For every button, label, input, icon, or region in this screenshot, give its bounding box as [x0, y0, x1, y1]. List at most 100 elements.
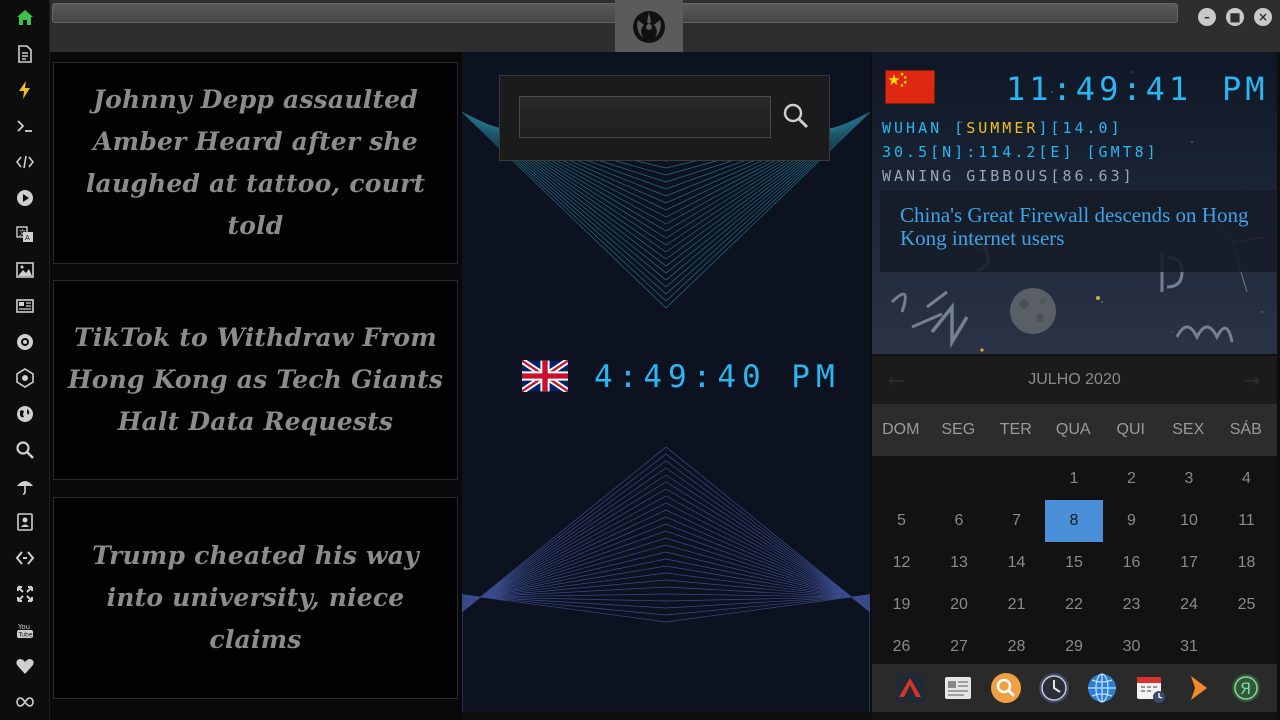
news-headline[interactable]: Trump cheated his way into university, n… [64, 535, 447, 661]
news-headline[interactable]: Johnny Depp assaulted Amber Heard after … [64, 79, 447, 247]
calendar-day[interactable]: 3 [1160, 458, 1218, 500]
calendar-day[interactable]: 24 [1160, 584, 1218, 626]
calendar-day-today[interactable]: 8 [1045, 500, 1103, 542]
calendar-day[interactable]: 15 [1045, 542, 1103, 584]
calendar-day[interactable]: 17 [1160, 542, 1218, 584]
youtube-label-top: You [17, 623, 30, 631]
moon-phase-line: WANING GIBBOUS[86.63] [882, 167, 1135, 185]
china-headline-box[interactable]: China's Great Firewall descends on Hong … [880, 190, 1277, 272]
news-article-card[interactable]: Johnny Depp assaulted Amber Heard after … [53, 62, 458, 264]
calendar-day[interactable]: 14 [988, 542, 1046, 584]
china-ampm-display: PM [1222, 70, 1269, 108]
red-triangle-app-icon[interactable] [894, 672, 926, 704]
youtube-icon[interactable]: You Tube [12, 617, 38, 643]
calendar-month-label: JULHO 2020 [1028, 371, 1121, 388]
calendar-day[interactable]: 29 [1045, 626, 1103, 668]
calendar-day[interactable]: 30 [1103, 626, 1161, 668]
home-icon[interactable] [12, 5, 38, 31]
logo-tab[interactable] [615, 0, 683, 52]
calendar-day[interactable]: 19 [873, 584, 931, 626]
search-input[interactable] [519, 96, 771, 138]
calendar-day[interactable]: 22 [1045, 584, 1103, 626]
calendar-day[interactable]: 25 [1218, 584, 1276, 626]
search-icon[interactable] [12, 437, 38, 463]
yandex-app-icon[interactable]: Я [1230, 672, 1262, 704]
calendar-day[interactable]: 2 [1103, 458, 1161, 500]
translate-icon[interactable]: 文A [12, 221, 38, 247]
infinity-icon[interactable] [12, 689, 38, 715]
calendar-day[interactable]: 1 [1045, 458, 1103, 500]
calendar-day[interactable]: 21 [988, 584, 1046, 626]
chevron-line [462, 544, 870, 712]
expand-icon[interactable] [12, 581, 38, 607]
newspaper-icon[interactable] [12, 293, 38, 319]
chevron-line [462, 593, 870, 712]
calendar-day[interactable]: 7 [988, 500, 1046, 542]
uk-flag-icon [522, 360, 568, 392]
news-article-card[interactable]: TikTok to Withdraw From Hong Kong as Tec… [53, 280, 458, 480]
center-panel: 4:49:40 PM [462, 52, 870, 712]
globe-icon[interactable] [12, 401, 38, 427]
calendar-day[interactable]: 6 [930, 500, 988, 542]
clock-app-icon[interactable] [1038, 672, 1070, 704]
rebel-alliance-icon[interactable] [12, 329, 38, 355]
calendar-day[interactable]: 5 [873, 500, 931, 542]
close-button[interactable]: × [1254, 8, 1272, 26]
chevron-line [462, 595, 870, 712]
calendar-day[interactable]: 28 [988, 626, 1046, 668]
calendar-day[interactable]: 16 [1103, 542, 1161, 584]
weekday-label: QUA [1055, 421, 1091, 438]
dev-icon[interactable] [12, 545, 38, 571]
code-icon[interactable] [12, 149, 38, 175]
umbrella-icon[interactable] [12, 473, 38, 499]
calendar-day[interactable]: 9 [1103, 500, 1161, 542]
chevron-line [462, 481, 870, 712]
china-headline[interactable]: China's Great Firewall descends on Hong … [900, 204, 1257, 250]
globe-app-icon[interactable] [1086, 672, 1118, 704]
news-article-card[interactable]: Trump cheated his way into university, n… [53, 497, 458, 699]
calendar-next-button[interactable]: → [1240, 368, 1264, 392]
minimize-button[interactable]: – [1198, 8, 1216, 26]
maximize-button[interactable]: ■ [1226, 8, 1244, 26]
document-icon[interactable] [12, 41, 38, 67]
chevron-line [462, 502, 870, 712]
image-icon[interactable] [12, 257, 38, 283]
title-bar: – ■ × [50, 0, 1280, 52]
search-app-icon[interactable] [990, 672, 1022, 704]
play-arrow-app-icon[interactable] [1182, 672, 1214, 704]
calendar-header: JULHO 2020 ← → [872, 356, 1277, 404]
chevron-line [462, 509, 870, 712]
news-headline[interactable]: TikTok to Withdraw From Hong Kong as Tec… [64, 317, 447, 443]
heart-icon[interactable] [12, 653, 38, 679]
calendar-app-icon[interactable] [1134, 672, 1166, 704]
calendar-day[interactable]: 20 [930, 584, 988, 626]
calendar-day[interactable]: 31 [1160, 626, 1218, 668]
chevron-line [462, 594, 870, 712]
calendar-prev-button[interactable]: ← [884, 368, 908, 392]
search-panel [499, 75, 830, 161]
calendar-day-grid: 1 2 3 4 5 6 7 8 9 10 11 12 13 14 15 16 17 18 19 20 21 22 23 24 2… [872, 456, 1277, 664]
contacts-icon[interactable] [12, 509, 38, 535]
chevron-line [462, 495, 870, 712]
calendar-day[interactable]: 10 [1160, 500, 1218, 542]
chevron-line [462, 488, 870, 712]
terminal-icon[interactable] [12, 113, 38, 139]
calendar-day[interactable]: 23 [1103, 584, 1161, 626]
chevron-line [462, 594, 870, 712]
china-coords-line: 30.5[N]:114.2[E] [GMT8] [882, 143, 1159, 161]
calendar-day[interactable]: 12 [873, 542, 931, 584]
empire-icon[interactable] [12, 365, 38, 391]
play-icon[interactable] [12, 185, 38, 211]
left-sidebar: 文A You Tube [0, 0, 50, 720]
calendar-day[interactable]: 26 [873, 626, 931, 668]
chevron-line [462, 446, 870, 712]
calendar-day[interactable]: 13 [930, 542, 988, 584]
newspaper-app-icon[interactable] [942, 672, 974, 704]
calendar-day[interactable]: 27 [930, 626, 988, 668]
lightning-icon[interactable] [12, 77, 38, 103]
calendar-day[interactable]: 11 [1218, 500, 1276, 542]
search-button[interactable] [780, 100, 812, 132]
right-panel: 11:49:41 PM WUHAN [SUMMER][14.0] 30.5[N]… [872, 52, 1277, 720]
calendar-day[interactable]: 18 [1218, 542, 1276, 584]
calendar-day[interactable]: 4 [1218, 458, 1276, 500]
